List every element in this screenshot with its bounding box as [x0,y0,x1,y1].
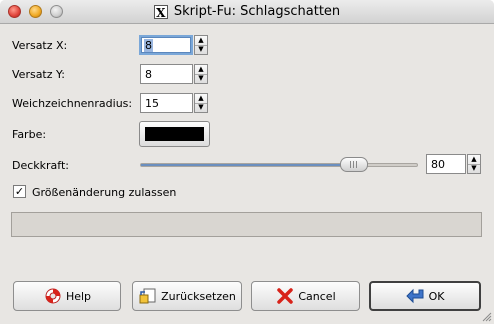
opacity-label: Deckkraft: [12,159,69,172]
blur-radius-value: 15 [145,97,159,110]
offset-y-input[interactable]: 8 [140,64,193,84]
cancel-x-icon [277,288,294,304]
offset-y-label: Versatz Y: [12,68,65,81]
color-label: Farbe: [12,128,47,141]
opacity-stepper[interactable]: ▲ ▼ [467,154,481,174]
blur-radius-label: Weichzeichnenradius: [12,97,133,110]
opacity-slider-track[interactable] [140,163,418,167]
reset-icon [139,288,156,304]
title-bar: X Skript-Fu: Schlagschatten [0,0,494,24]
offset-y-stepper[interactable]: ▲ ▼ [194,64,208,84]
slider-grip-line [356,161,357,168]
opacity-input[interactable]: 80 [426,154,466,174]
window-title-text: Skript-Fu: Schlagschatten [173,4,341,19]
x11-app-icon: X [153,5,168,20]
ok-button[interactable]: OK [369,281,481,311]
checkmark-icon: ✓ [14,185,25,198]
slider-grip-line [353,161,354,168]
reset-button-label: Zurücksetzen [161,289,236,303]
ok-button-label: OK [428,289,445,303]
cancel-button[interactable]: Cancel [251,281,360,311]
offset-x-label: Versatz X: [12,39,68,52]
dialog-window: X Skript-Fu: Schlagschatten Versatz X: 8 … [0,0,494,324]
offset-x-value: 8 [144,39,153,52]
color-swatch [145,127,204,141]
allow-resize-label[interactable]: Größenänderung zulassen [32,186,176,199]
lifebuoy-icon [45,288,61,304]
offset-y-value: 8 [145,68,152,81]
reset-button[interactable]: Zurücksetzen [132,281,242,311]
blur-radius-input[interactable]: 15 [140,93,193,113]
help-button[interactable]: Help [13,281,121,311]
ok-arrow-icon [405,288,424,304]
blur-radius-stepper[interactable]: ▲ ▼ [194,93,208,113]
opacity-down-arrow-icon[interactable]: ▼ [468,164,480,173]
opacity-slider-fill [141,164,345,166]
progress-bar [11,212,482,237]
offset-y-down-arrow-icon[interactable]: ▼ [195,74,207,83]
blur-radius-down-arrow-icon[interactable]: ▼ [195,103,207,112]
slider-grip-line [350,161,351,168]
offset-x-input[interactable]: 8 [139,35,193,55]
window-title: X Skript-Fu: Schlagschatten [0,4,494,20]
help-button-label: Help [65,289,92,303]
opacity-value: 80 [431,158,445,171]
cancel-button-label: Cancel [298,289,336,303]
offset-x-stepper[interactable]: ▲ ▼ [194,35,208,55]
resize-grip-icon[interactable] [480,310,492,322]
allow-resize-checkbox[interactable]: ✓ [13,185,26,198]
opacity-slider-handle[interactable] [340,157,368,172]
color-picker-button[interactable] [139,121,210,147]
offset-x-down-arrow-icon[interactable]: ▼ [195,45,207,54]
